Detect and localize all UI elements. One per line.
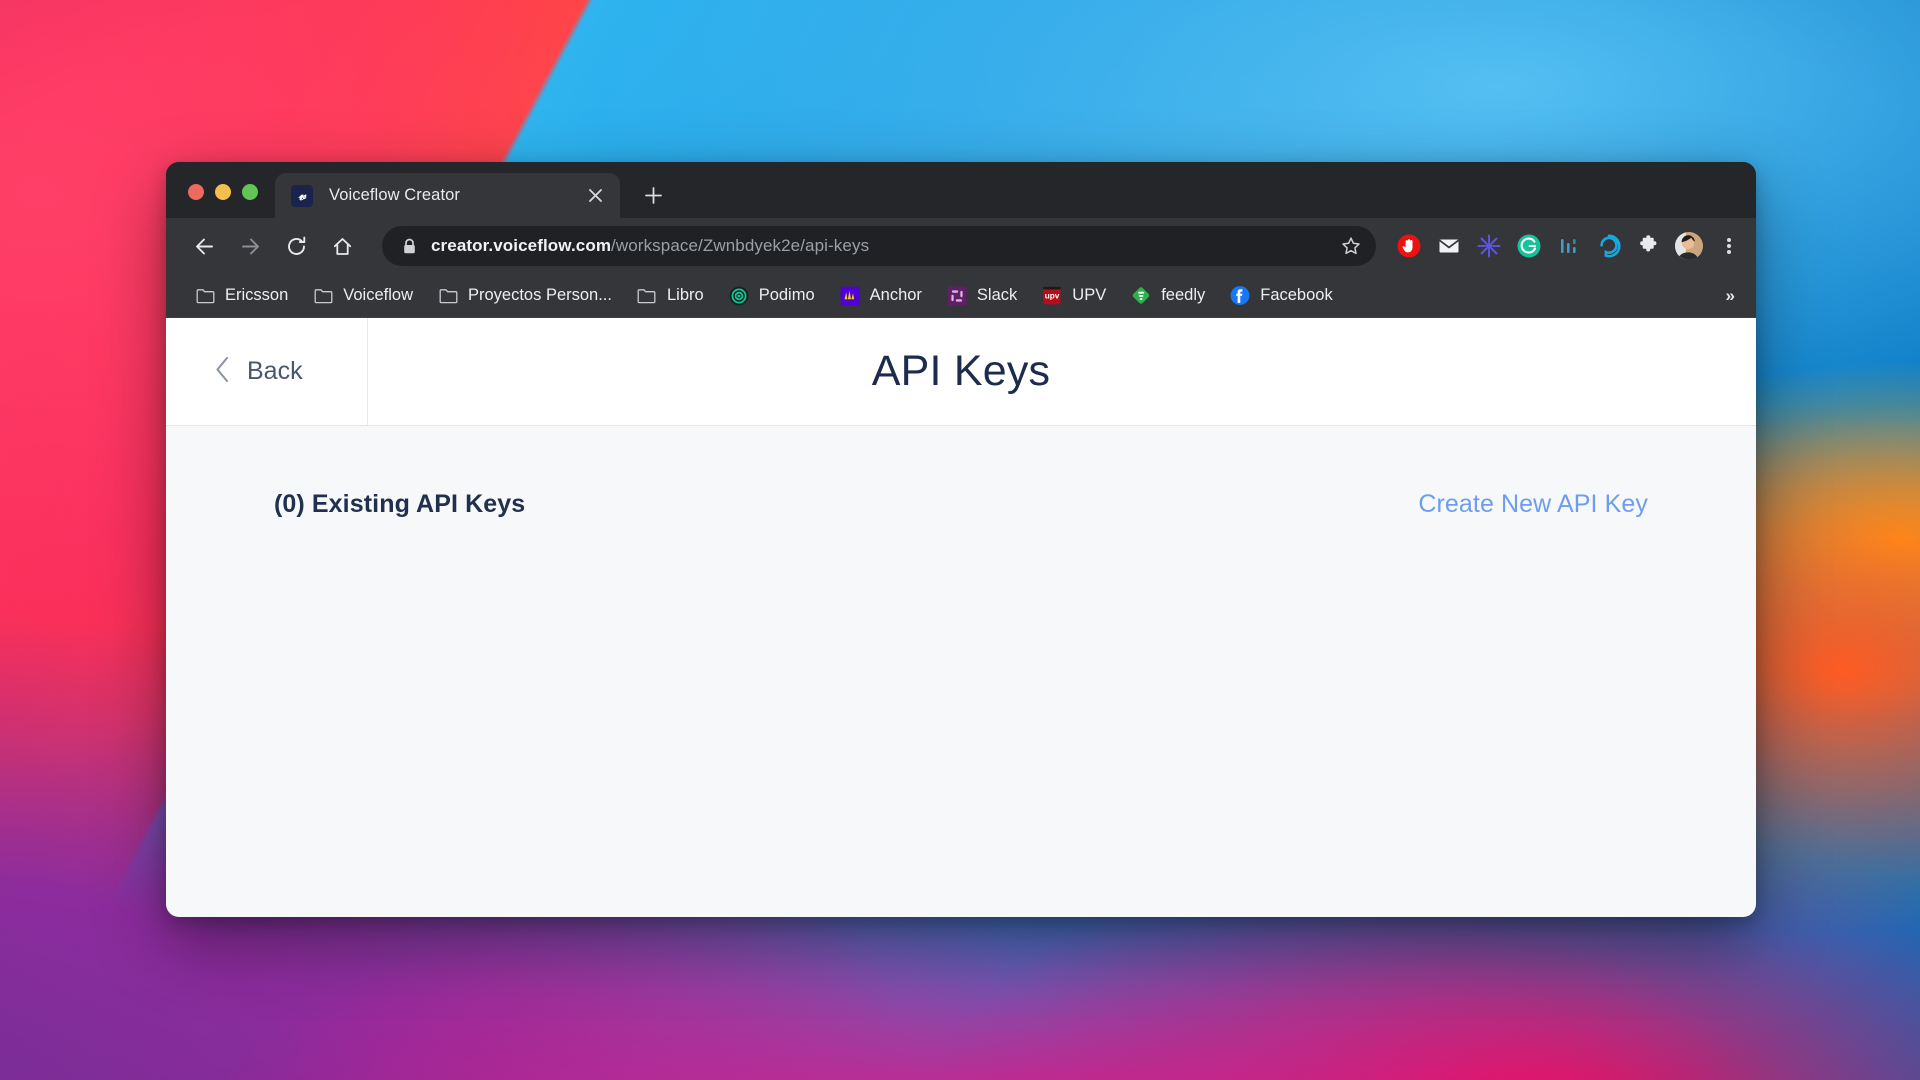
folder-icon <box>438 286 458 306</box>
svg-text:upv: upv <box>1045 291 1060 300</box>
existing-keys-count-label: (0) Existing API Keys <box>274 490 525 519</box>
minimize-window-button[interactable] <box>215 184 231 200</box>
bookmark-star-icon[interactable] <box>1334 229 1368 263</box>
alexa-icon[interactable] <box>1592 229 1626 263</box>
url-domain: creator.voiceflow.com <box>431 236 611 255</box>
bookmark-slack[interactable]: Slack <box>936 280 1028 312</box>
facebook-icon <box>1230 286 1250 306</box>
bookmark-label: Anchor <box>870 286 922 305</box>
adblock-icon[interactable] <box>1392 229 1426 263</box>
bookmark-feedly[interactable]: feedly <box>1120 280 1216 312</box>
tab-title: Voiceflow Creator <box>329 186 584 205</box>
bookmark-libro[interactable]: Libro <box>626 280 715 312</box>
extensions-area <box>1392 229 1708 263</box>
back-label: Back <box>247 357 303 386</box>
folder-icon <box>313 286 333 306</box>
create-new-api-key-button[interactable]: Create New API Key <box>1418 490 1648 519</box>
close-window-button[interactable] <box>188 184 204 200</box>
page-content: (0) Existing API Keys Create New API Key <box>166 426 1756 917</box>
puzzle-icon[interactable] <box>1632 229 1666 263</box>
bookmark-label: Voiceflow <box>343 286 413 305</box>
bookmark-label: Podimo <box>759 286 815 305</box>
page-header: Back API Keys <box>166 318 1756 426</box>
sunburst-icon[interactable] <box>1472 229 1506 263</box>
back-button[interactable]: Back <box>166 318 368 425</box>
bookmark-ericsson[interactable]: Ericsson <box>184 280 299 312</box>
upv-icon: upv <box>1042 286 1062 306</box>
page-title: API Keys <box>166 318 1756 425</box>
lock-icon <box>402 238 417 255</box>
bookmark-label: Libro <box>667 286 704 305</box>
bookmark-anchor[interactable]: Anchor <box>829 280 933 312</box>
chrome-menu-icon[interactable] <box>1714 226 1744 266</box>
reload-icon[interactable] <box>276 226 316 266</box>
close-tab-icon[interactable] <box>584 185 606 207</box>
maximize-window-button[interactable] <box>242 184 258 200</box>
bookmarks-bar: Ericsson Voiceflow Proyectos Person... L… <box>166 274 1756 318</box>
browser-window: 𝓋 Voiceflow Creator <box>166 162 1756 917</box>
bookmark-label: Facebook <box>1260 286 1332 305</box>
bookmark-upv[interactable]: upv UPV <box>1031 280 1117 312</box>
window-traffic-lights <box>166 184 258 218</box>
bookmark-podimo[interactable]: Podimo <box>718 280 826 312</box>
bookmark-facebook[interactable]: Facebook <box>1219 280 1343 312</box>
anchor-icon <box>840 286 860 306</box>
bookmark-label: UPV <box>1072 286 1106 305</box>
api-keys-header-row: (0) Existing API Keys Create New API Key <box>236 490 1686 519</box>
podimo-icon <box>729 286 749 306</box>
url-path: /workspace/Zwnbdyek2e/api-keys <box>611 236 869 255</box>
bookmark-proyectos-personales[interactable]: Proyectos Person... <box>427 280 623 312</box>
chevron-left-icon <box>214 356 231 388</box>
forward-arrow-icon[interactable] <box>230 226 270 266</box>
feedly-icon <box>1131 286 1151 306</box>
url-text[interactable]: creator.voiceflow.com/workspace/Zwnbdyek… <box>431 236 1334 256</box>
email-icon[interactable] <box>1432 229 1466 263</box>
voiceflow-favicon: 𝓋 <box>291 185 313 207</box>
folder-icon <box>637 286 657 306</box>
bookmark-voiceflow[interactable]: Voiceflow <box>302 280 424 312</box>
api-keys-page: Back API Keys (0) Existing API Keys Crea… <box>166 318 1756 917</box>
grammarly-icon[interactable] <box>1512 229 1546 263</box>
home-icon[interactable] <box>322 226 362 266</box>
browser-tab-voiceflow-creator[interactable]: 𝓋 Voiceflow Creator <box>275 173 620 218</box>
bookmark-label: feedly <box>1161 286 1205 305</box>
back-arrow-icon[interactable] <box>184 226 224 266</box>
bars-icon[interactable] <box>1552 229 1586 263</box>
bookmark-label: Slack <box>977 286 1017 305</box>
bookmark-label: Proyectos Person... <box>468 286 612 305</box>
new-tab-button[interactable] <box>632 174 674 216</box>
bookmark-label: Ericsson <box>225 286 288 305</box>
bookmarks-overflow-button[interactable]: » <box>1714 280 1746 312</box>
browser-toolbar: creator.voiceflow.com/workspace/Zwnbdyek… <box>166 218 1756 274</box>
slack-icon <box>947 286 967 306</box>
profile-avatar[interactable] <box>1672 229 1706 263</box>
address-bar[interactable]: creator.voiceflow.com/workspace/Zwnbdyek… <box>382 226 1376 266</box>
folder-icon <box>195 286 215 306</box>
tab-strip: 𝓋 Voiceflow Creator <box>166 162 1756 218</box>
